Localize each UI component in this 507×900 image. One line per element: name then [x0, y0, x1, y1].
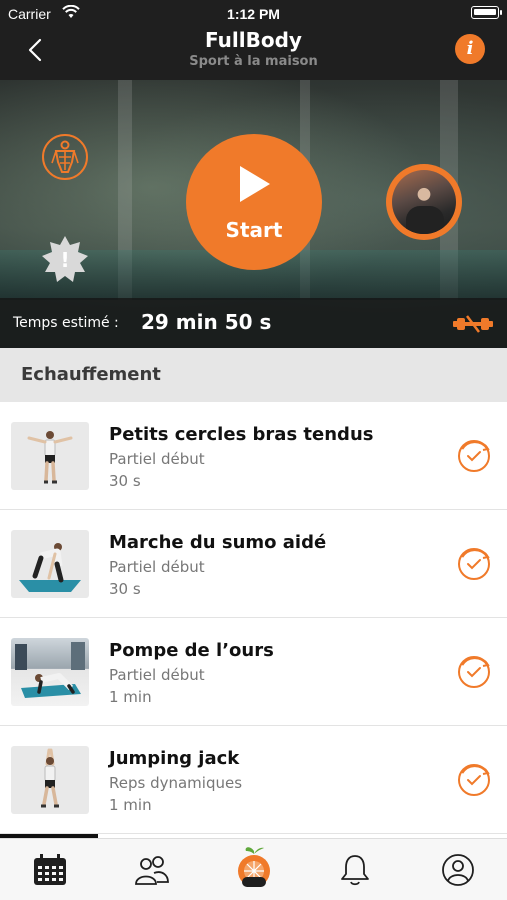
exercise-type: Reps dynamiques: [109, 774, 243, 792]
profile-icon[interactable]: [440, 853, 476, 887]
coach-avatar[interactable]: [386, 164, 462, 240]
exercise-duration: 1 min: [109, 688, 152, 706]
exercise-row[interactable]: Jumping jack Reps dynamiques 1 min: [0, 726, 507, 834]
exercise-type: Partiel début: [109, 450, 205, 468]
warning-badge-icon[interactable]: !: [40, 234, 90, 284]
exercise-row[interactable]: Petits cercles bras tendus Partiel début…: [0, 402, 507, 510]
exercise-type: Partiel début: [109, 558, 205, 576]
exercise-name: Pompe de l’ours: [109, 640, 274, 661]
status-bar: Carrier 1:12 PM: [0, 0, 507, 28]
dumbbell-icon[interactable]: [453, 312, 493, 336]
exercise-name: Petits cercles bras tendus: [109, 424, 374, 445]
start-label: Start: [225, 218, 283, 242]
exercise-duration: 30 s: [109, 472, 141, 490]
top-bar: Carrier 1:12 PM FullBody Sport à la mais…: [0, 0, 507, 80]
muscle-body-icon[interactable]: [42, 134, 88, 180]
page-title: FullBody: [205, 28, 302, 52]
exercise-type: Partiel début: [109, 666, 205, 684]
section-title: Echauffement: [21, 364, 161, 385]
bell-icon[interactable]: [337, 853, 373, 887]
exercise-list: Petits cercles bras tendus Partiel début…: [0, 402, 507, 834]
page-subtitle: Sport à la maison: [189, 54, 318, 69]
start-button[interactable]: Start: [186, 134, 322, 270]
warning-glyph: !: [60, 248, 69, 272]
check-circle-icon[interactable]: [454, 652, 494, 692]
check-circle-icon[interactable]: [454, 544, 494, 584]
coach-photo: [392, 170, 456, 234]
tab-bar: [0, 838, 507, 900]
exercise-name: Jumping jack: [109, 748, 240, 769]
exercise-thumbnail: [11, 530, 89, 598]
workout-hero: ! Start Temps estimé : 29 min 50 s: [0, 80, 507, 348]
battery-icon: [471, 6, 502, 19]
clock: 1:12 PM: [227, 6, 280, 22]
calendar-icon[interactable]: [32, 853, 68, 887]
nav-bar: FullBody Sport à la maison i: [0, 28, 507, 80]
exercise-duration: 1 min: [109, 796, 152, 814]
exercise-thumbnail: [11, 746, 89, 814]
check-circle-icon[interactable]: [454, 760, 494, 800]
info-button[interactable]: i: [455, 34, 485, 64]
info-icon: i: [466, 38, 474, 59]
estimated-time-bar: Temps estimé : 29 min 50 s: [0, 298, 507, 348]
estimated-time-value: 29 min 50 s: [141, 310, 272, 334]
exercise-thumbnail: [11, 422, 89, 490]
exercise-name: Marche du sumo aidé: [109, 532, 327, 553]
exercise-duration: 30 s: [109, 580, 141, 598]
exercise-thumbnail: [11, 638, 89, 706]
check-circle-icon[interactable]: [454, 436, 494, 476]
community-icon[interactable]: [134, 853, 170, 887]
estimated-time-label: Temps estimé :: [13, 315, 119, 331]
exercise-row[interactable]: Marche du sumo aidé Partiel début 30 s: [0, 510, 507, 618]
exercise-row[interactable]: Pompe de l’ours Partiel début 1 min: [0, 618, 507, 726]
section-header: Echauffement: [0, 348, 507, 402]
app-logo-icon[interactable]: [234, 845, 274, 893]
play-icon: [240, 166, 270, 202]
